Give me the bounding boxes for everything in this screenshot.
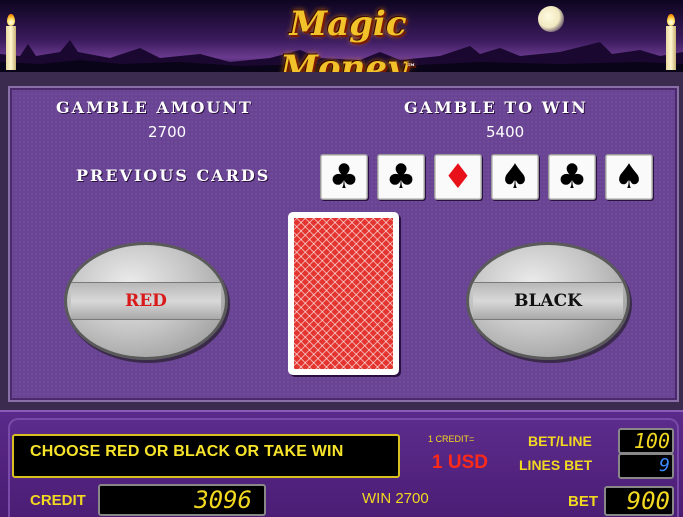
previous-card: ♠ — [491, 154, 539, 200]
lines-bet-display: 9 — [618, 453, 674, 479]
bet-per-line-display: 100 — [618, 428, 674, 454]
game-logo: Magic Money™ — [228, 2, 468, 72]
credit-equals-value: 1 USD — [432, 452, 488, 473]
face-down-card — [288, 212, 399, 375]
credit-display: 3096 — [98, 484, 266, 516]
previous-card: ♣ — [377, 154, 425, 200]
red-button-label: RED — [71, 282, 221, 320]
moon-icon — [538, 6, 564, 32]
gamble-to-win-value: 5400 — [486, 123, 525, 141]
credit-equals-label: 1 CREDIT= — [428, 434, 475, 444]
logo-text: Magic Money — [280, 4, 407, 72]
black-button[interactable]: BLACK — [466, 242, 630, 360]
red-button[interactable]: RED — [64, 242, 228, 360]
black-button-label: BLACK — [473, 282, 623, 320]
spades-icon: ♠ — [613, 157, 645, 197]
gamble-amount-value: 2700 — [148, 123, 187, 141]
previous-card: ♠ — [605, 154, 653, 200]
win-amount: WIN 2700 — [362, 490, 429, 507]
spades-icon: ♠ — [499, 157, 531, 197]
trademark: ™ — [406, 63, 416, 72]
header-banner: Magic Money™ — [0, 0, 683, 72]
candle-right-icon — [666, 26, 676, 70]
clubs-icon: ♣ — [556, 157, 588, 197]
status-message: CHOOSE RED OR BLACK OR TAKE WIN — [30, 443, 344, 460]
credit-label: CREDIT — [30, 492, 86, 509]
clubs-icon: ♣ — [385, 157, 417, 197]
lines-bet-label: LINES BET — [519, 457, 593, 473]
card-back-pattern — [294, 218, 393, 369]
candle-flame-left-icon — [7, 14, 15, 26]
diamonds-icon: ♦ — [442, 157, 474, 197]
bet-display: 900 — [604, 486, 674, 516]
previous-card: ♣ — [320, 154, 368, 200]
clubs-icon: ♣ — [328, 157, 360, 197]
gamble-to-win-label: GAMBLE TO WIN — [404, 98, 588, 117]
gamble-amount-label: GAMBLE AMOUNT — [56, 98, 253, 117]
bet-label: BET — [568, 493, 598, 510]
bet-per-line-label: BET/LINE — [528, 433, 592, 449]
previous-cards-label: PREVIOUS CARDS — [76, 166, 271, 185]
previous-card: ♣ — [548, 154, 596, 200]
previous-card: ♦ — [434, 154, 482, 200]
candle-left-icon — [6, 26, 16, 70]
candle-flame-right-icon — [667, 14, 675, 26]
